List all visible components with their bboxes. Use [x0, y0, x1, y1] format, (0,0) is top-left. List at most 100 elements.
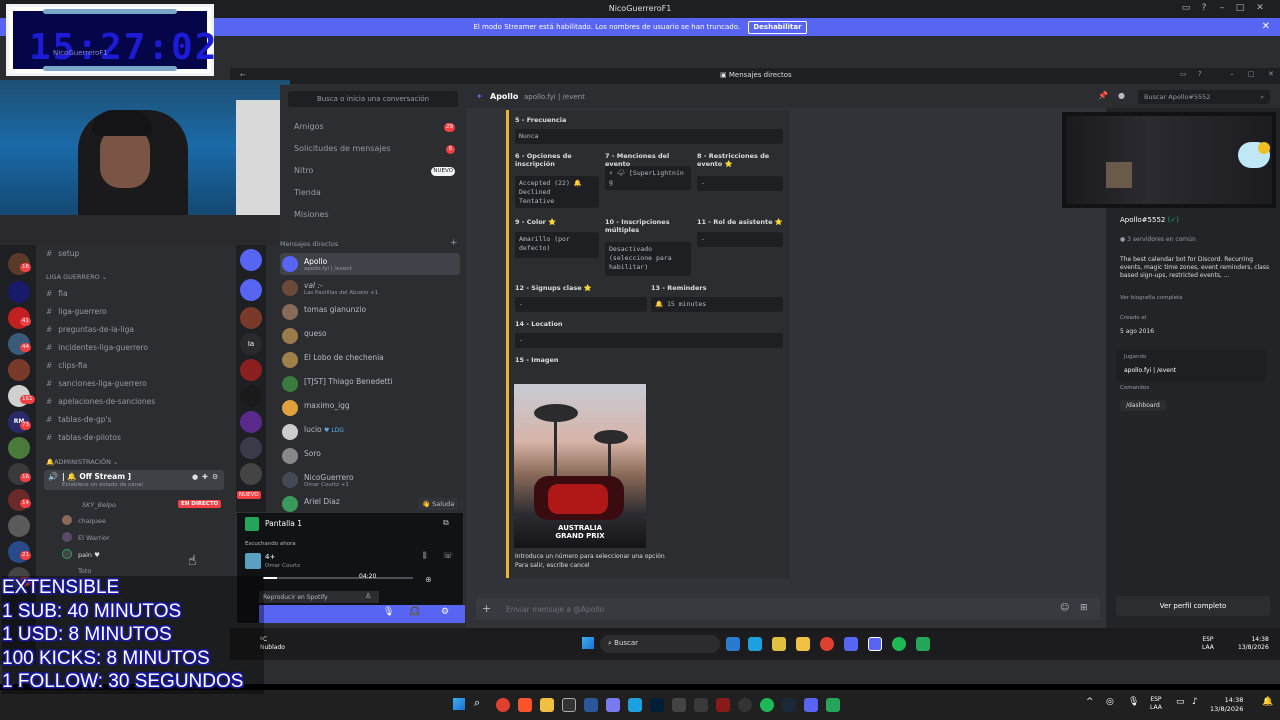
spotify-button[interactable]: Reproducir en Spotify	[259, 591, 379, 603]
taskview-icon[interactable]	[726, 637, 740, 651]
pin-icon[interactable]: 📌	[1098, 91, 1108, 100]
nav-shop[interactable]: Tienda	[294, 188, 321, 197]
server-icon[interactable]	[240, 279, 262, 301]
close-icon[interactable]: ✕	[1254, 3, 1266, 15]
conversation-search[interactable]: Busca o inicia una conversación	[288, 91, 458, 107]
nav-nitro[interactable]: Nitro	[294, 166, 313, 175]
inner-close-icon[interactable]: ✕	[1268, 70, 1274, 78]
copilot-icon[interactable]	[606, 698, 620, 712]
server-icon[interactable]: Ia	[240, 333, 262, 355]
app-icon[interactable]	[694, 698, 708, 712]
spotify-icon[interactable]	[892, 637, 906, 651]
voice-user[interactable]: Toto	[78, 567, 91, 575]
app-icon[interactable]	[672, 698, 686, 712]
dm-val[interactable]: val :- Las Pastillas del Abuelo +1	[280, 277, 460, 299]
brave-icon[interactable]	[518, 698, 532, 712]
home-icon[interactable]	[240, 249, 262, 271]
photoshop-icon[interactable]	[650, 698, 664, 712]
channel-apelaciones[interactable]: # apelaciones-de-sanciones	[46, 395, 155, 409]
emoji-icon[interactable]: ☺	[1060, 603, 1069, 613]
back-arrow-icon[interactable]: ←	[240, 71, 246, 79]
message-input[interactable]: + Enviar mensaje a @Apollo ☺ ⊞	[476, 598, 1100, 620]
notifications-icon[interactable]: 🔔	[1262, 697, 1273, 707]
dm-lobo[interactable]: El Lobo de chechenia	[280, 349, 460, 371]
dashboard-command[interactable]: /dashboard	[1120, 400, 1166, 411]
voice-user[interactable]: pain ♥	[78, 551, 100, 559]
edge-icon[interactable]	[748, 637, 762, 651]
inner-maximize-icon[interactable]: □	[1248, 70, 1255, 78]
add-user-icon[interactable]: ♙	[365, 592, 371, 600]
discord-icon[interactable]	[804, 698, 818, 712]
nav-friends[interactable]: Amigos	[294, 122, 324, 131]
channel-incidentes[interactable]: # incidentes-liga-guerrero	[46, 341, 148, 355]
app-icon[interactable]	[738, 698, 752, 712]
gear-icon[interactable]: ⚙	[212, 473, 218, 481]
maximize-icon[interactable]: □	[1234, 3, 1246, 15]
channel-tablas-gps[interactable]: # tablas-de-gp's	[46, 413, 111, 427]
search-icon[interactable]: ⌕	[474, 696, 480, 710]
voice-user[interactable]: chaquee	[78, 517, 106, 525]
category-liga[interactable]: LIGA GUERRERO ⌄	[46, 273, 107, 281]
explorer-icon[interactable]	[540, 698, 554, 712]
mic-tray-icon[interactable]: 🎙	[1128, 697, 1139, 707]
chrome-icon[interactable]	[820, 637, 834, 651]
volume-icon[interactable]: ♪	[1192, 697, 1198, 707]
inner-minimize-icon[interactable]: –	[1230, 70, 1234, 78]
dm-thiago[interactable]: [TJST] Thiago Benedetti	[280, 373, 460, 395]
server-icon[interactable]	[8, 359, 30, 381]
obs-icon[interactable]	[562, 698, 576, 712]
inner-help-icon[interactable]: ?	[1198, 70, 1202, 78]
dm-lucio[interactable]: lucio ♥ LDG	[280, 421, 460, 443]
windows-start-icon[interactable]	[453, 698, 465, 710]
phone-icon[interactable]: ☏	[443, 551, 453, 560]
dm-queso[interactable]: queso	[280, 325, 460, 347]
channel-clips[interactable]: # clips-fia	[46, 359, 87, 373]
voice-user[interactable]: El Warrior	[78, 534, 110, 542]
waveform-icon[interactable]: ⫼	[423, 551, 427, 561]
dm-apollo[interactable]: Apollo apollo.fyi | /event	[280, 253, 460, 275]
minimize-icon[interactable]: –	[1216, 3, 1228, 15]
progress-track[interactable]	[263, 577, 413, 579]
chat-icon[interactable]: ●	[192, 473, 198, 481]
common-servers[interactable]: ● 3 servidores en común	[1120, 236, 1196, 243]
spotify-icon[interactable]	[760, 698, 774, 712]
server-icon[interactable]	[240, 307, 262, 329]
channel-setup[interactable]: # setup	[46, 247, 79, 261]
edge-icon[interactable]	[628, 698, 642, 712]
settings-gear-icon[interactable]: ⚙	[441, 607, 449, 617]
word-icon[interactable]	[584, 698, 598, 712]
attach-plus-icon[interactable]: +	[482, 602, 491, 615]
server-icon[interactable]	[8, 281, 30, 303]
copilot-icon[interactable]	[772, 637, 786, 651]
add-user-icon[interactable]: ✚	[202, 473, 208, 481]
category-admin[interactable]: 🔔ADMINISTRACIÓN ⌄	[46, 458, 118, 466]
nav-quests[interactable]: Misiones	[294, 210, 329, 219]
server-icon[interactable]	[240, 463, 262, 485]
tray-icon[interactable]: ◎	[1106, 697, 1114, 707]
channel-tablas-pilotos[interactable]: # tablas-de-pilotos	[46, 431, 121, 445]
steam-icon[interactable]	[782, 698, 796, 712]
network-icon[interactable]: ▭	[1176, 697, 1185, 707]
inbox-icon[interactable]: ▭	[1180, 3, 1192, 15]
channel-liga-guerrero[interactable]: # liga-guerrero	[46, 305, 107, 319]
server-icon[interactable]	[8, 437, 30, 459]
whatsapp-icon[interactable]	[826, 698, 840, 712]
popout-icon[interactable]: ⧉	[443, 518, 449, 528]
dm-soro[interactable]: Soro	[280, 445, 460, 467]
voice-status[interactable]: Establece un estado de canal	[62, 482, 143, 488]
taskbar-search[interactable]: ⌕ Buscar	[600, 635, 720, 653]
server-icon[interactable]	[240, 385, 262, 407]
inner-clock[interactable]: 14:38 13/8/2026	[1238, 636, 1269, 652]
server-icon[interactable]	[240, 359, 262, 381]
screen-icon[interactable]: ⊕	[425, 575, 432, 584]
channel-sanciones[interactable]: # sanciones-liga-guerrero	[46, 377, 147, 391]
channel-fia[interactable]: # fia	[46, 287, 68, 301]
discord-active-icon[interactable]	[868, 637, 882, 651]
channel-preguntas[interactable]: # preguntas-de-la-liga	[46, 323, 134, 337]
wave-button[interactable]: 👋 Saluda	[418, 498, 459, 510]
discord-icon[interactable]	[844, 637, 858, 651]
server-icon[interactable]	[240, 437, 262, 459]
apps-icon[interactable]: ⊞	[1080, 603, 1088, 613]
inner-inbox-icon[interactable]: ▭	[1180, 70, 1187, 78]
banner-close-icon[interactable]: ✕	[1262, 18, 1270, 36]
